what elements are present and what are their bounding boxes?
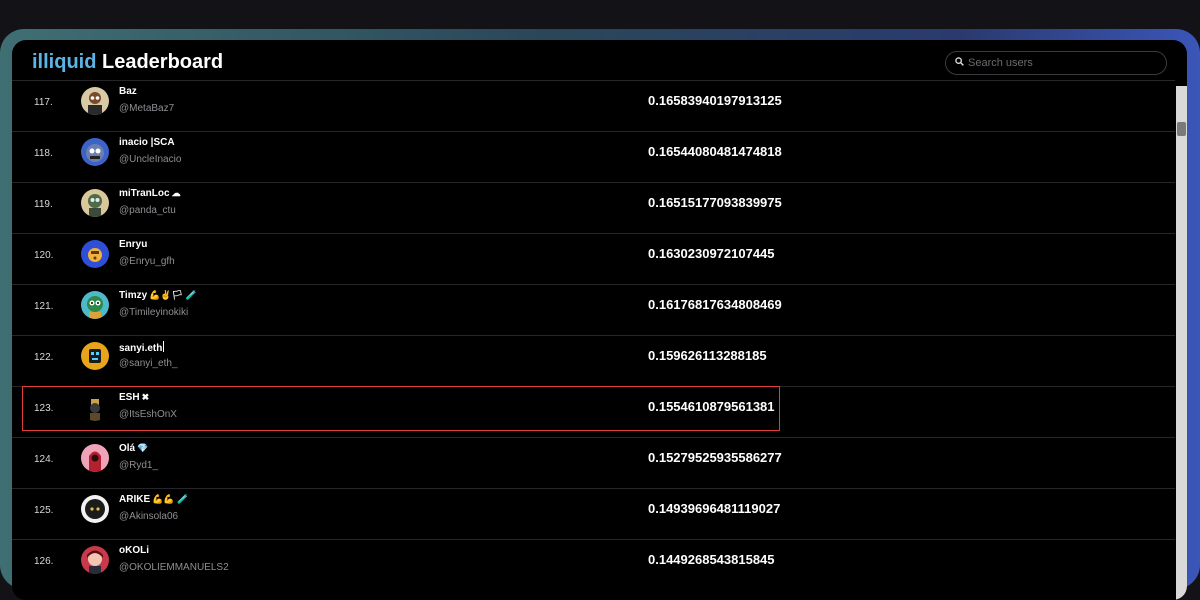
cloud-icon: ☁: [171, 188, 181, 198]
score: 0.159626113288185: [648, 348, 767, 363]
search-input[interactable]: [968, 52, 1158, 74]
user-handle: @MetaBaz7: [119, 103, 175, 114]
scrollbar-thumb[interactable]: [1177, 122, 1186, 136]
avatar[interactable]: [81, 546, 109, 574]
brand-name: illiquid: [32, 51, 97, 73]
table-row[interactable]: 120. Enryu @Enryu_gfh 0.1630230972107445: [12, 233, 1175, 284]
rank: 126.: [34, 556, 54, 567]
avatar[interactable]: [81, 291, 109, 319]
user-name: oKOLi: [119, 545, 149, 556]
user-handle: @Akinsola06: [119, 511, 179, 522]
table-row[interactable]: 126. oKOLi @OKOLIEMMANUELS2 0.1449268543…: [12, 539, 1175, 590]
table-row-selected[interactable]: 122. sanyi.eth @sanyi_eth_ 0.15962611328…: [12, 335, 1175, 386]
user-name: inacio |SCA: [119, 137, 175, 148]
user-name: miTranLoc ☁: [119, 188, 181, 199]
user-name: Baz: [119, 86, 137, 97]
search-box[interactable]: [945, 51, 1167, 75]
avatar[interactable]: [81, 444, 109, 472]
score: 0.16583940197913125: [648, 93, 782, 108]
user-handle: @Enryu_gfh: [119, 256, 175, 267]
rank: 117.: [34, 97, 53, 108]
emoji-badges: 💪✌🏳 🧪: [149, 290, 197, 300]
score: 0.15279525935586277: [648, 450, 782, 465]
text-cursor: [163, 341, 165, 352]
rank: 118.: [34, 148, 53, 159]
user-handle: @sanyi_eth_: [119, 358, 178, 369]
user-handle: @Ryd1_: [119, 460, 159, 471]
user-handle: @UncleInacio: [119, 154, 182, 165]
rank: 122.: [34, 352, 54, 363]
user-handle: @panda_ctu: [119, 205, 176, 216]
scrollbar[interactable]: [1176, 86, 1187, 600]
table-row[interactable]: 124. Olá 💎 @Ryd1_ 0.15279525935586277: [12, 437, 1175, 488]
avatar[interactable]: [81, 342, 109, 370]
diamond-icon: 💎: [137, 443, 149, 453]
user-name: Timzy 💪✌🏳 🧪: [119, 290, 197, 301]
score: 0.1630230972107445: [648, 246, 775, 261]
table-row[interactable]: 118. inacio |SCA @UncleInacio 0.16544080…: [12, 131, 1175, 182]
avatar[interactable]: [81, 189, 109, 217]
score: 0.16544080481474818: [648, 144, 782, 159]
score: 0.1449268543815845: [648, 552, 775, 567]
page-title: illiquid Leaderboard: [32, 51, 223, 74]
leaderboard-panel: illiquid Leaderboard 117. Baz @MetaBaz7 …: [12, 40, 1187, 600]
rank: 119.: [34, 199, 53, 210]
user-name: ARIKE 💪💪 🧪: [119, 494, 189, 505]
leaderboard-list: 117. Baz @MetaBaz7 0.16583940197913125 1…: [12, 80, 1175, 600]
avatar[interactable]: [81, 240, 109, 268]
user-name: Enryu: [119, 239, 148, 250]
table-row[interactable]: 125. ARIKE 💪💪 🧪 @Akinsola06 0.14939696481…: [12, 488, 1175, 539]
rank: 121.: [34, 301, 54, 312]
table-row[interactable]: 121. Timzy 💪✌🏳 🧪 @Timileyinokiki 0.161768…: [12, 284, 1175, 335]
avatar[interactable]: [81, 138, 109, 166]
user-name: Olá 💎: [119, 443, 149, 454]
user-handle: @OKOLIEMMANUELS2: [119, 562, 229, 573]
table-row[interactable]: 117. Baz @MetaBaz7 0.16583940197913125: [12, 80, 1175, 131]
avatar[interactable]: [81, 495, 109, 523]
search-icon: [955, 57, 964, 66]
score: 0.14939696481119027: [648, 501, 781, 516]
user-name: sanyi.eth: [119, 341, 165, 354]
selection-highlight: [22, 386, 780, 431]
rank: 124.: [34, 454, 54, 465]
score: 0.16515177093839975: [648, 195, 782, 210]
avatar[interactable]: [81, 87, 109, 115]
score: 0.16176817634808469: [648, 297, 782, 312]
rank: 120.: [34, 250, 54, 261]
user-handle: @Timileyinokiki: [119, 307, 189, 318]
emoji-badges: 💪💪 🧪: [152, 494, 189, 504]
table-row[interactable]: 119. miTranLoc ☁ @panda_ctu 0.16515177093…: [12, 182, 1175, 233]
rank: 125.: [34, 505, 54, 516]
title-text: Leaderboard: [102, 51, 224, 73]
